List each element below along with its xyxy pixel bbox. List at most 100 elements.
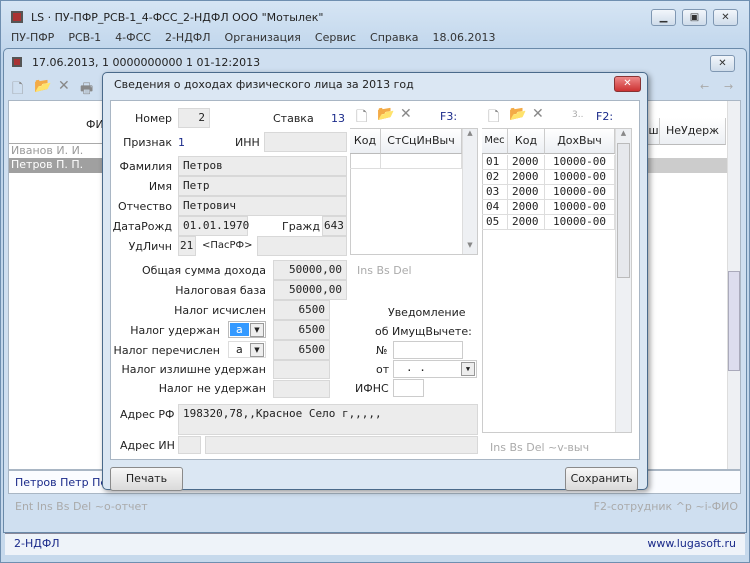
table-cell[interactable]	[381, 154, 462, 169]
column-stscinvych[interactable]: СтСцИнВыч	[381, 129, 462, 154]
minimize-button[interactable]: ▁	[651, 9, 676, 26]
calc-field[interactable]: 6500	[273, 300, 330, 320]
menu-organization[interactable]: Организация	[225, 31, 301, 44]
otchestvo-field[interactable]: Петрович	[178, 196, 347, 216]
table-cell[interactable]: 2000	[508, 155, 545, 170]
menu-date: 18.06.2013	[432, 31, 496, 44]
table-cell[interactable]	[350, 154, 381, 169]
new-icon[interactable]: 🗋	[12, 78, 23, 102]
addr-rf-field[interactable]: 198320,78,,Красное Село г,,,,,	[178, 404, 478, 435]
notheld-field[interactable]	[273, 380, 330, 398]
f3-hint: F3:	[440, 110, 458, 123]
udl-number-field[interactable]	[257, 236, 347, 256]
total-field[interactable]: 50000,00	[273, 260, 347, 280]
notice-label-2: об ИмущВычете:	[375, 325, 472, 338]
open-icon[interactable]: 📂	[377, 106, 394, 122]
website-link[interactable]: www.lugasoft.ru	[647, 537, 736, 550]
dialog-title: Сведения о доходах физического лица за 2…	[114, 78, 414, 91]
menu-2ndfl[interactable]: 2-НДФЛ	[165, 31, 211, 44]
mdi-close-button[interactable]: ✕	[710, 55, 735, 72]
open-icon[interactable]: 📂	[34, 78, 51, 94]
chevron-down-icon[interactable]: ▼	[461, 362, 475, 376]
print-button[interactable]: Печать	[110, 467, 183, 491]
paid-code-select[interactable]: a ▼	[228, 341, 266, 358]
notice-date-field[interactable]: . . ▼	[393, 360, 477, 378]
deductions-scrollbar[interactable]: ▲ ▼	[462, 129, 477, 254]
new-icon[interactable]: 🗋	[356, 106, 367, 130]
notice-number-field[interactable]	[393, 341, 463, 359]
income-scrollbar[interactable]: ▲	[615, 129, 631, 432]
grazhd-field[interactable]: 643	[322, 216, 347, 236]
dialog-close-button[interactable]: ✕	[614, 76, 641, 92]
status-hints-left: Ent Ins Bs Del ~o-отчет	[15, 500, 148, 513]
addr-rf-label: Адрес РФ	[120, 408, 175, 421]
menu-rsv1[interactable]: РСВ-1	[68, 31, 101, 44]
column-kod[interactable]: Код	[508, 129, 545, 154]
chevron-down-icon[interactable]: ▼	[250, 343, 264, 357]
open-icon[interactable]: 📂	[509, 106, 526, 122]
table-cell[interactable]: 2000	[508, 200, 545, 215]
column-mes[interactable]: Мес	[482, 129, 508, 154]
table-cell[interactable]: 10000-00	[545, 185, 615, 200]
held-field[interactable]: 6500	[273, 320, 330, 340]
base-field[interactable]: 50000,00	[273, 280, 347, 300]
delete-icon[interactable]: ✕	[58, 78, 70, 94]
addr-in-country-field[interactable]	[178, 436, 201, 454]
grid-scrollbar[interactable]	[727, 101, 740, 469]
notice-date-label: от	[376, 363, 390, 376]
delete-icon[interactable]: ✕	[400, 106, 412, 122]
nomer-label: Номер	[134, 112, 172, 125]
otchestvo-label: Отчество	[117, 200, 172, 213]
table-cell[interactable]: 10000-00	[545, 170, 615, 185]
table-cell[interactable]: 2000	[508, 185, 545, 200]
table-cell[interactable]: 10000-00	[545, 200, 615, 215]
maximize-button[interactable]: ▣	[682, 9, 707, 26]
app-title: LS · ПУ-ПФР_РСВ-1_4-ФСС_2-НДФЛ ООО "Моты…	[31, 11, 324, 24]
udl-code-field[interactable]: 21	[178, 236, 196, 256]
paid-field[interactable]: 6500	[273, 340, 330, 360]
table-cell[interactable]: 02	[482, 170, 508, 185]
held-code-select[interactable]: a ▼	[228, 321, 266, 338]
hint-keys: Ins Bs Del	[357, 264, 412, 277]
table-cell[interactable]: 10000-00	[545, 215, 615, 230]
table-cell[interactable]: 03	[482, 185, 508, 200]
familia-field[interactable]: Петров	[178, 156, 347, 176]
table-cell[interactable]: 04	[482, 200, 508, 215]
menu-pu-pfr[interactable]: ПУ-ПФР	[11, 31, 54, 44]
menu-4fss[interactable]: 4-ФСС	[115, 31, 151, 44]
column-neuderzh[interactable]: НеУдерж	[660, 118, 726, 145]
udl-label: УдЛичн	[128, 240, 172, 253]
notice-number-label: №	[376, 344, 388, 357]
column-dohvych[interactable]: ДохВыч	[545, 129, 615, 154]
table-cell[interactable]: 2000	[508, 215, 545, 230]
save-button[interactable]: Сохранить	[565, 467, 638, 491]
nomer-field[interactable]: 2	[178, 108, 210, 128]
footer-name: Петров Петр Пе	[15, 476, 108, 489]
column-header[interactable]: ш	[648, 118, 660, 145]
back-arrow-icon[interactable]: ←	[700, 80, 709, 93]
menu-help[interactable]: Справка	[370, 31, 418, 44]
table-row[interactable]: Иванов И. И.	[9, 143, 104, 158]
stavka-label: Ставка	[273, 112, 314, 125]
close-button[interactable]: ✕	[713, 9, 738, 26]
over-field[interactable]	[273, 360, 330, 379]
inn-field[interactable]	[264, 132, 347, 152]
table-cell[interactable]: 05	[482, 215, 508, 230]
imya-field[interactable]: Петр	[178, 176, 347, 196]
dob-field[interactable]: 01.01.1970	[178, 216, 249, 236]
ifns-field[interactable]	[393, 379, 424, 397]
chevron-down-icon[interactable]: ▼	[250, 323, 264, 337]
addr-in-field[interactable]	[205, 436, 478, 454]
table-cell[interactable]: 10000-00	[545, 155, 615, 170]
new-icon[interactable]: 🗋	[488, 106, 499, 130]
inn-label: ИНН	[235, 136, 260, 149]
forward-arrow-icon[interactable]: →	[724, 80, 733, 93]
print-icon[interactable]: 🖶	[80, 78, 93, 102]
table-cell[interactable]: 2000	[508, 170, 545, 185]
delete-icon[interactable]: ✕	[532, 106, 544, 122]
menu-service[interactable]: Сервис	[315, 31, 356, 44]
held-code-value: a	[230, 323, 249, 336]
table-cell[interactable]: 01	[482, 155, 508, 170]
table-row-selected[interactable]: Петров П. П.	[9, 158, 104, 173]
column-kod[interactable]: Код	[350, 129, 381, 154]
